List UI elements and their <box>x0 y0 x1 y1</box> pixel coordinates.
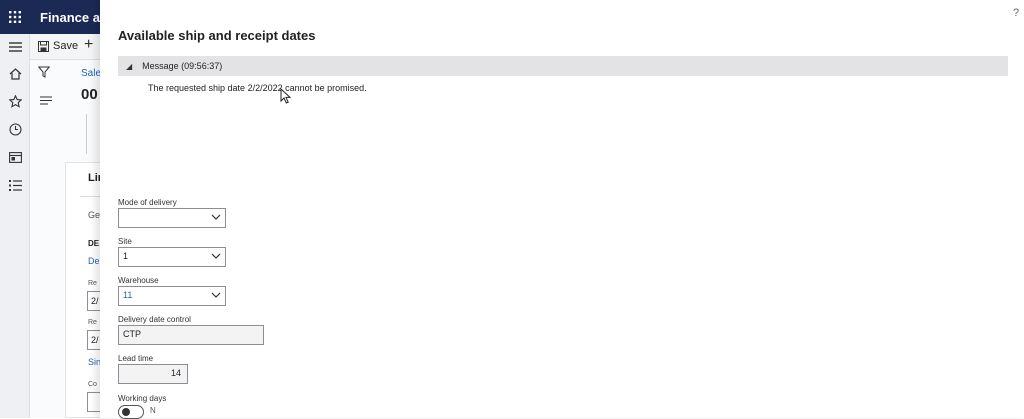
message-header[interactable]: ◢ Message (09:56:37) <box>118 56 1008 76</box>
mode-of-delivery-label: Mode of delivery <box>118 198 177 207</box>
save-button[interactable]: Save <box>38 40 78 52</box>
message-text: The requested ship date 2/2/2022 cannot … <box>148 83 367 93</box>
star-icon <box>8 94 22 108</box>
filter-button[interactable] <box>37 66 51 81</box>
chevron-down-icon <box>211 292 221 298</box>
lead-time-label: Lead time <box>118 354 154 363</box>
dialog-title: Available ship and receipt dates <box>118 28 316 43</box>
tab-general[interactable]: Ge <box>88 210 100 220</box>
working-days-label: Working days <box>118 394 167 403</box>
breadcrumb[interactable]: Sale <box>81 68 101 79</box>
field-label: Re <box>88 319 97 326</box>
lead-time-field[interactable]: 14 <box>118 364 188 384</box>
chevron-down-icon <box>211 214 221 220</box>
available-dates-dialog: ? Available ship and receipt dates ◢ Mes… <box>100 0 1024 419</box>
delivery-date-control-label: Delivery date control <box>118 315 191 324</box>
clock-icon <box>8 122 22 136</box>
list-icon <box>8 179 22 191</box>
warehouse-value: 11 <box>123 290 133 300</box>
menu-icon <box>8 42 22 52</box>
new-button[interactable]: + <box>84 36 93 54</box>
divider <box>86 114 87 154</box>
delivery-date-control-field[interactable]: CTP <box>118 325 264 345</box>
message-header-text: Message (09:56:37) <box>142 61 223 71</box>
save-icon <box>38 40 49 52</box>
site-label: Site <box>118 237 132 246</box>
home-button[interactable] <box>0 64 30 84</box>
workspaces-button[interactable] <box>0 147 30 167</box>
waffle-icon <box>9 11 21 23</box>
chevron-down-icon <box>211 253 221 259</box>
toggle-knob <box>122 408 130 416</box>
workspace-icon <box>8 151 22 163</box>
field-label: Co <box>88 381 97 388</box>
field-label: Re <box>88 280 97 287</box>
warehouse-select[interactable]: 11 <box>118 286 226 306</box>
site-select[interactable]: 1 <box>118 247 226 267</box>
working-days-state: N <box>150 406 156 415</box>
caret-down-icon: ◢ <box>126 61 133 71</box>
warehouse-label: Warehouse <box>118 276 159 285</box>
home-icon <box>9 68 21 80</box>
filter-icon <box>37 66 51 78</box>
site-value: 1 <box>123 251 129 261</box>
help-button[interactable]: ? <box>1013 7 1019 19</box>
favorites-button[interactable] <box>0 91 30 111</box>
menu-button[interactable] <box>0 37 30 57</box>
mode-of-delivery-select[interactable] <box>118 208 226 228</box>
save-label: Save <box>53 40 79 52</box>
working-days-toggle[interactable] <box>118 405 144 419</box>
record-number: 00 <box>81 86 98 103</box>
lines-card <box>65 162 105 418</box>
list-view-button[interactable] <box>40 94 52 108</box>
cursor-icon <box>280 88 291 104</box>
app-launcher-button[interactable] <box>0 0 30 34</box>
recent-button[interactable] <box>0 119 30 139</box>
lines-icon <box>40 96 52 105</box>
nav-rail <box>0 0 30 418</box>
modules-button[interactable] <box>0 175 30 195</box>
group-heading: DE <box>88 239 100 248</box>
delivery-link[interactable]: De <box>88 256 100 266</box>
